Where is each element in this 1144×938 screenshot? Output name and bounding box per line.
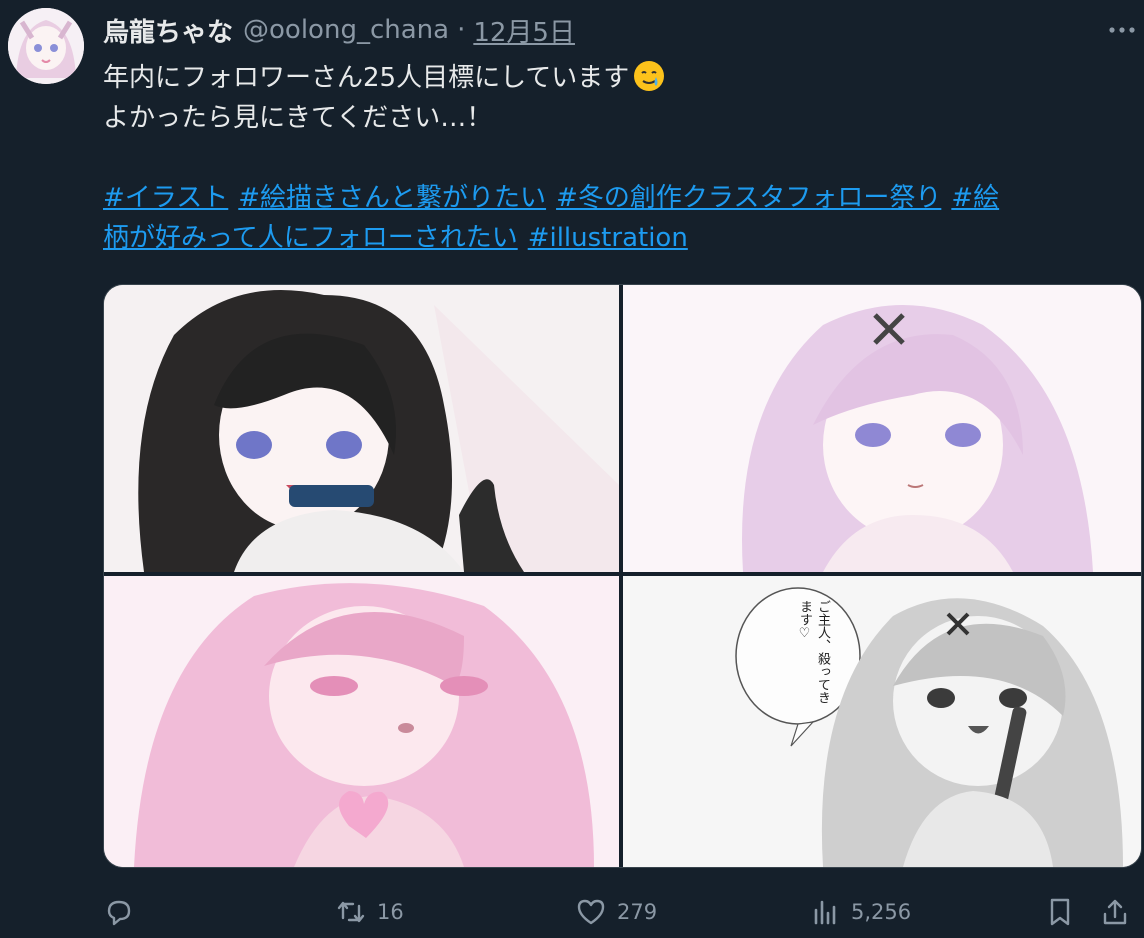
avatar[interactable] xyxy=(8,8,84,84)
tweet-text-line-2: よかったら見にきてください…！ xyxy=(103,103,493,133)
share-icon xyxy=(1103,899,1127,925)
hashtag-illustration[interactable]: #illustration xyxy=(528,223,688,253)
separator: · xyxy=(457,15,466,45)
views-button[interactable]: 5,256 xyxy=(809,896,911,928)
analytics-icon xyxy=(814,900,836,925)
illustration-image-4[interactable]: ご主人、殺ってきます♡ xyxy=(623,576,1141,867)
hashtag-connect[interactable]: #絵描きさんと繋がりたい xyxy=(238,183,546,213)
retweet-count: 16 xyxy=(377,900,404,924)
tweet[interactable]: 烏龍ちゃな @oolong_chana · 12月5日 年内にフォロワーさん25… xyxy=(0,0,1144,938)
illustration-image-3[interactable] xyxy=(104,576,619,867)
like-count: 279 xyxy=(617,900,658,924)
illustration-image-1[interactable] xyxy=(104,285,619,572)
reply-icon xyxy=(107,900,131,926)
smiling-face-with-tear-icon xyxy=(633,60,665,92)
illustration-image-2[interactable] xyxy=(623,285,1141,572)
action-bar: 16 279 5,256 xyxy=(103,893,1138,933)
tweet-date[interactable]: 12月5日 xyxy=(473,12,575,49)
reply-button[interactable] xyxy=(103,896,145,928)
author-handle[interactable]: @oolong_chana xyxy=(243,15,449,45)
heart-icon xyxy=(577,899,605,925)
bookmark-button[interactable] xyxy=(1044,896,1076,928)
share-button[interactable] xyxy=(1099,896,1131,928)
more-options-icon[interactable] xyxy=(1104,18,1140,42)
hashtag-style-part1[interactable]: #絵 xyxy=(951,183,999,213)
views-count: 5,256 xyxy=(851,900,912,924)
hashtag-style-part2[interactable]: 柄が好みって人にフォローされたい xyxy=(103,223,518,253)
tweet-text: 年内にフォロワーさん25人目標にしています よかったら見にきてください…！ xyxy=(103,58,1128,138)
hashtag-list: #イラスト #絵描きさんと繋がりたい #冬の創作クラスタフォロー祭り #絵 柄が好みっ… xyxy=(103,178,1128,258)
retweet-button[interactable]: 16 xyxy=(335,896,404,928)
like-button[interactable]: 279 xyxy=(575,896,657,928)
hashtag-winter[interactable]: #冬の創作クラスタフォロー祭り xyxy=(556,183,941,213)
author-name[interactable]: 烏龍ちゃな xyxy=(103,12,233,49)
tweet-header: 烏龍ちゃな @oolong_chana · 12月5日 xyxy=(103,10,1124,50)
bookmark-icon xyxy=(1050,898,1070,926)
retweet-icon xyxy=(337,901,365,923)
tweet-text-line-1: 年内にフォロワーさん25人目標にしています xyxy=(103,63,630,93)
media-grid: ご主人、殺ってきます♡ xyxy=(103,284,1142,868)
speech-bubble-text: ご主人、殺ってきます♡ xyxy=(797,600,830,704)
hashtag-illust[interactable]: #イラスト xyxy=(103,183,228,213)
